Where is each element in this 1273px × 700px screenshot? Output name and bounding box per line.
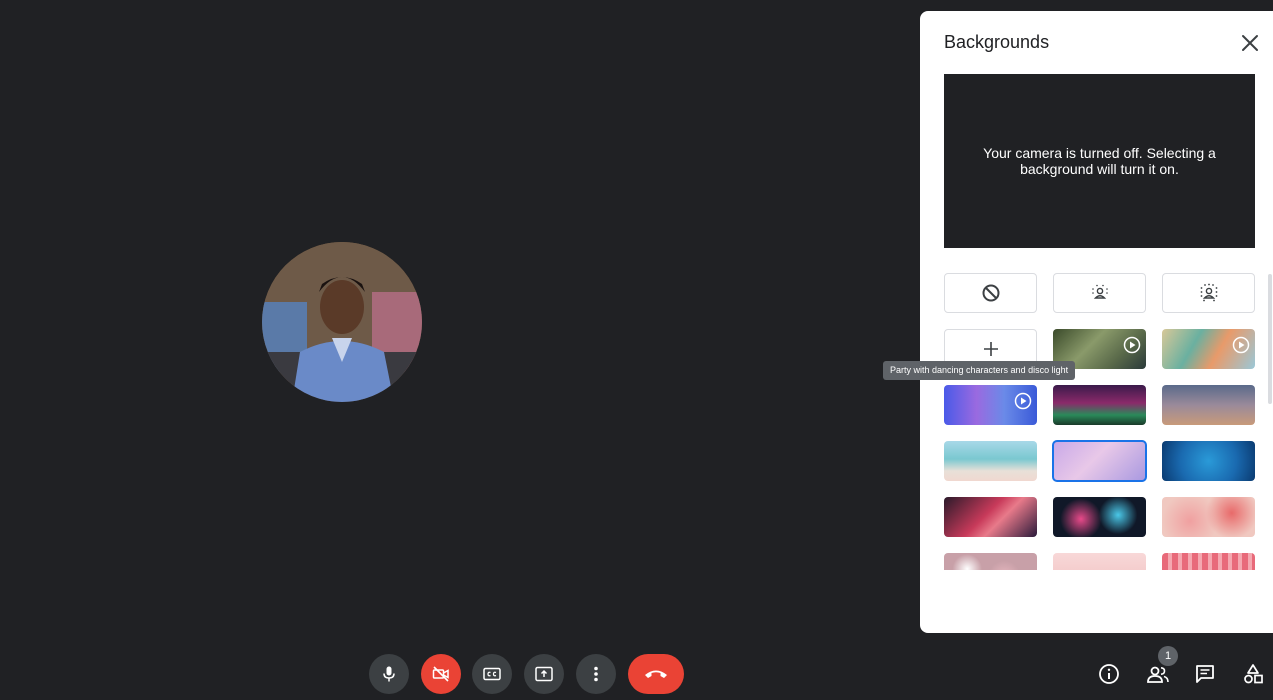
activities-button[interactable] <box>1237 658 1269 690</box>
info-icon <box>1099 664 1119 684</box>
background-clouds[interactable] <box>1052 440 1147 482</box>
background-video-classroom[interactable] <box>1162 329 1255 369</box>
panel-scrollbar[interactable] <box>1268 274 1272 404</box>
blur-person-strong-icon <box>1200 283 1217 302</box>
background-pink-pattern[interactable] <box>1162 553 1255 570</box>
background-sunset[interactable] <box>1162 385 1255 425</box>
background-video-party[interactable] <box>944 385 1037 425</box>
present-screen-icon <box>535 666 553 682</box>
background-beach[interactable] <box>944 441 1037 481</box>
closed-caption-icon <box>483 667 501 681</box>
shapes-icon <box>1244 664 1263 684</box>
panel-title: Backgrounds <box>944 32 1050 52</box>
captions-button[interactable] <box>472 654 512 694</box>
background-flowers[interactable] <box>1162 497 1255 537</box>
meeting-stage: Backgrounds Your camera is turned off. S… <box>0 0 1273 700</box>
background-grid <box>944 273 1260 570</box>
present-screen-button[interactable] <box>524 654 564 694</box>
blur-person-icon <box>1091 284 1108 299</box>
block-icon <box>982 284 999 302</box>
play-circle-icon <box>1232 336 1250 354</box>
participant-avatar <box>262 242 422 402</box>
preview-message: Your camera is turned off. Selecting a b… <box>983 145 1216 177</box>
close-panel-button[interactable] <box>1236 29 1264 57</box>
leave-call-button[interactable] <box>628 654 684 694</box>
microphone-icon <box>383 666 395 682</box>
participant-count-badge: 1 <box>1158 646 1178 666</box>
no-effect-option[interactable] <box>944 273 1037 313</box>
slight-blur-option[interactable] <box>1053 273 1146 313</box>
play-circle-icon <box>1014 392 1032 410</box>
plus-icon <box>983 342 998 356</box>
chat-button[interactable] <box>1189 658 1221 690</box>
microphone-button[interactable] <box>369 654 409 694</box>
play-circle-icon <box>1123 336 1141 354</box>
camera-off-icon <box>432 666 449 682</box>
close-icon <box>1242 35 1258 51</box>
background-pink-light[interactable] <box>1053 553 1146 570</box>
background-tooltip: Party with dancing characters and disco … <box>883 361 1076 380</box>
background-fireworks[interactable] <box>1053 497 1146 537</box>
phone-hangup-icon <box>645 670 667 678</box>
chat-icon <box>1196 665 1214 683</box>
background-underwater[interactable] <box>1162 441 1255 481</box>
meeting-details-button[interactable] <box>1093 658 1125 690</box>
camera-preview: Your camera is turned off. Selecting a b… <box>944 74 1255 248</box>
background-blossoms[interactable] <box>944 553 1037 570</box>
more-vertical-icon <box>594 666 598 682</box>
background-nebula[interactable] <box>944 497 1037 537</box>
camera-toggle-button[interactable] <box>421 654 461 694</box>
backgrounds-panel: Backgrounds Your camera is turned off. S… <box>920 11 1273 633</box>
blur-option[interactable] <box>1162 273 1255 313</box>
more-options-button[interactable] <box>576 654 616 694</box>
background-theater[interactable] <box>1053 385 1146 425</box>
people-icon <box>1147 666 1169 683</box>
